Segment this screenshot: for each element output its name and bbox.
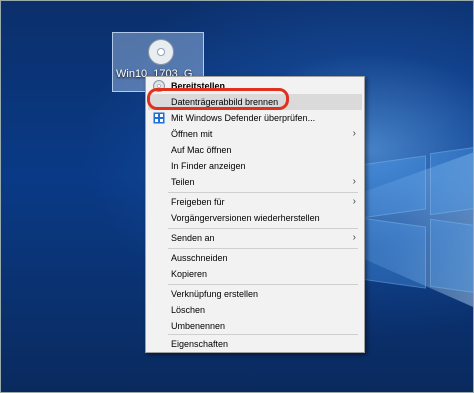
menu-item-label: Teilen: [171, 177, 195, 187]
menu-item-windows-defender[interactable]: Mit Windows Defender überprüfen...: [148, 110, 362, 126]
highlight-ring: [147, 88, 289, 110]
defender-icon: [153, 112, 165, 124]
menu-item-label: Kopieren: [171, 269, 208, 279]
menu-item-label: Mit Windows Defender überprüfen...: [171, 113, 316, 123]
menu-item-label: Verknüpfung erstellen: [171, 289, 259, 299]
menu-item-label: Senden an: [171, 233, 215, 243]
menu-separator: [168, 248, 358, 249]
menu-separator: [168, 334, 358, 335]
menu-item-freigeben-fuer[interactable]: Freigeben für ›: [148, 194, 362, 210]
menu-item-in-finder-anzeigen[interactable]: In Finder anzeigen: [148, 158, 362, 174]
menu-item-eigenschaften[interactable]: Eigenschaften: [148, 336, 362, 352]
windows-logo-pane: [360, 155, 426, 219]
disc-image-icon: [148, 39, 174, 65]
menu-item-auf-mac-oeffnen[interactable]: Auf Mac öffnen: [148, 142, 362, 158]
menu-item-label: Umbenennen: [171, 321, 226, 331]
menu-item-label: Löschen: [171, 305, 206, 315]
menu-item-kopieren[interactable]: Kopieren: [148, 266, 362, 282]
menu-item-oeffnen-mit[interactable]: Öffnen mit ›: [148, 126, 362, 142]
menu-item-label: Öffnen mit: [171, 129, 213, 139]
menu-item-senden-an[interactable]: Senden an ›: [148, 230, 362, 246]
menu-item-label: Vorgängerversionen wiederherstellen: [171, 213, 320, 223]
windows-logo-pane: [360, 217, 426, 289]
menu-item-label: Ausschneiden: [171, 253, 228, 263]
menu-item-teilen[interactable]: Teilen ›: [148, 174, 362, 190]
menu-item-umbenennen[interactable]: Umbenennen: [148, 318, 362, 334]
menu-item-ausschneiden[interactable]: Ausschneiden: [148, 250, 362, 266]
menu-item-label: Auf Mac öffnen: [171, 145, 232, 155]
menu-separator: [168, 284, 358, 285]
menu-item-label: In Finder anzeigen: [171, 161, 246, 171]
chevron-right-icon: ›: [352, 176, 356, 187]
windows-logo-pane: [430, 218, 474, 294]
menu-item-label: Freigeben für: [171, 197, 225, 207]
chevron-right-icon: ›: [352, 196, 356, 207]
context-menu: Bereitstellen Datenträgerabbild brennen …: [145, 76, 365, 353]
menu-separator: [168, 192, 358, 193]
menu-item-loeschen[interactable]: Löschen: [148, 302, 362, 318]
windows-logo-pane: [430, 146, 474, 216]
menu-item-verknuepfung-erstellen[interactable]: Verknüpfung erstellen: [148, 286, 362, 302]
menu-item-vorgaengerversionen[interactable]: Vorgängerversionen wiederherstellen: [148, 210, 362, 226]
menu-separator: [168, 228, 358, 229]
chevron-right-icon: ›: [352, 128, 356, 139]
chevron-right-icon: ›: [352, 232, 356, 243]
menu-item-label: Eigenschaften: [171, 339, 229, 349]
